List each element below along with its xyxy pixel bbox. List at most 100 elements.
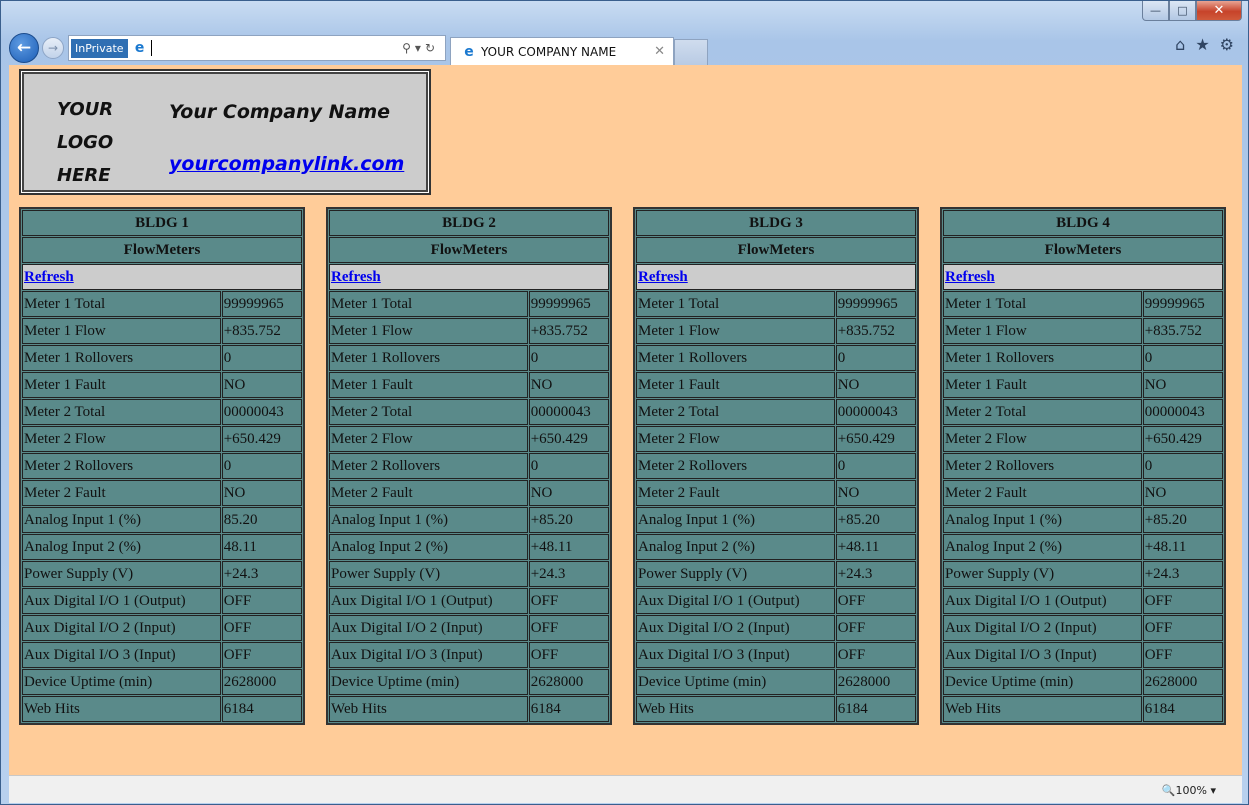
row-value: 00000043 (528, 399, 609, 425)
row-value: 0 (528, 453, 609, 479)
search-refresh-icons[interactable]: ⚲▾↻ (402, 41, 439, 55)
row-label: Meter 2 Rollovers (636, 453, 835, 479)
row-label: Meter 1 Fault (943, 372, 1142, 398)
row-label: Aux Digital I/O 3 (Input) (22, 642, 221, 668)
building-subtitle: FlowMeters (329, 237, 609, 263)
table-row: Meter 2 Flow +650.429 (329, 426, 609, 452)
row-value: +24.3 (221, 561, 302, 587)
row-label: Web Hits (943, 696, 1142, 722)
window-caption-buttons: — □ ✕ (1142, 1, 1242, 21)
row-label: Analog Input 1 (%) (943, 507, 1142, 533)
settings-gear-icon[interactable]: ⚙ (1220, 35, 1234, 54)
maximize-button[interactable]: □ (1169, 1, 1196, 21)
row-label: Aux Digital I/O 1 (Output) (22, 588, 221, 614)
tab-active[interactable]: e YOUR COMPANY NAME ✕ (450, 37, 674, 65)
row-label: Aux Digital I/O 3 (Input) (943, 642, 1142, 668)
table-row: Meter 2 Total 00000043 (329, 399, 609, 425)
refresh-cell: Refresh (329, 264, 609, 290)
row-value: +85.20 (835, 507, 916, 533)
company-link[interactable]: yourcompanylink.com (169, 153, 404, 175)
row-value: 0 (528, 345, 609, 371)
refresh-link[interactable]: Refresh (945, 269, 995, 285)
table-row: Analog Input 2 (%) +48.11 (329, 534, 609, 560)
table-row: Meter 2 Rollovers 0 (943, 453, 1223, 479)
table-row: Meter 2 Total 00000043 (943, 399, 1223, 425)
row-value: +650.429 (1142, 426, 1223, 452)
table-row: Aux Digital I/O 1 (Output) OFF (329, 588, 609, 614)
forward-arrow-icon[interactable]: → (42, 37, 64, 59)
row-label: Aux Digital I/O 3 (Input) (636, 642, 835, 668)
row-value: OFF (1142, 642, 1223, 668)
table-row: Power Supply (V) +24.3 (636, 561, 916, 587)
table-row: Aux Digital I/O 3 (Input) OFF (943, 642, 1223, 668)
row-value: OFF (835, 642, 916, 668)
row-label: Device Uptime (min) (329, 669, 528, 695)
row-value: NO (528, 372, 609, 398)
back-arrow-icon[interactable]: ← (9, 33, 39, 63)
row-label: Meter 1 Fault (329, 372, 528, 398)
address-bar[interactable]: InPrivate e ⚲▾↻ (68, 35, 446, 61)
new-tab-button[interactable] (674, 39, 708, 65)
row-label: Meter 1 Flow (636, 318, 835, 344)
refresh-link[interactable]: Refresh (24, 269, 74, 285)
row-label: Meter 2 Flow (943, 426, 1142, 452)
home-icon[interactable]: ⌂ (1175, 35, 1185, 54)
table-row: Device Uptime (min) 2628000 (943, 669, 1223, 695)
row-value: 6184 (1142, 696, 1223, 722)
refresh-cell: Refresh (636, 264, 916, 290)
table-row: Analog Input 1 (%) +85.20 (943, 507, 1223, 533)
row-label: Meter 2 Fault (636, 480, 835, 506)
table-row: Analog Input 1 (%) +85.20 (636, 507, 916, 533)
row-label: Meter 1 Total (943, 291, 1142, 317)
logo-line-1: YOUR (57, 99, 114, 120)
row-value: +85.20 (528, 507, 609, 533)
row-value: NO (221, 480, 302, 506)
close-window-button[interactable]: ✕ (1196, 1, 1242, 21)
row-value: 6184 (835, 696, 916, 722)
table-row: Aux Digital I/O 2 (Input) OFF (943, 615, 1223, 641)
table-row: Aux Digital I/O 2 (Input) OFF (22, 615, 302, 641)
logo-line-3: HERE (57, 165, 111, 186)
refresh-link[interactable]: Refresh (638, 269, 688, 285)
row-label: Meter 2 Rollovers (329, 453, 528, 479)
row-value: OFF (221, 642, 302, 668)
browser-window: — □ ✕ ← → InPrivate e ⚲▾↻ e YOUR COMPANY… (0, 0, 1249, 805)
table-row: Meter 1 Rollovers 0 (636, 345, 916, 371)
close-tab-icon[interactable]: ✕ (654, 44, 665, 59)
page-icon: e (134, 40, 145, 56)
table-row: Meter 2 Total 00000043 (22, 399, 302, 425)
building-panel-3: BLDG 3 FlowMeters Refresh Meter 1 Total 9999… (633, 207, 919, 725)
row-label: Meter 1 Fault (636, 372, 835, 398)
row-label: Analog Input 2 (%) (22, 534, 221, 560)
table-row: Meter 2 Rollovers 0 (636, 453, 916, 479)
row-label: Aux Digital I/O 2 (Input) (943, 615, 1142, 641)
row-label: Analog Input 2 (%) (943, 534, 1142, 560)
row-value: +24.3 (835, 561, 916, 587)
table-row: Device Uptime (min) 2628000 (329, 669, 609, 695)
row-label: Meter 1 Flow (22, 318, 221, 344)
row-value: 0 (221, 345, 302, 371)
table-row: Meter 1 Flow +835.752 (22, 318, 302, 344)
page-viewport: YOUR LOGO HERE Your Company Name yourcom… (9, 65, 1242, 775)
row-label: Power Supply (V) (329, 561, 528, 587)
minimize-button[interactable]: — (1142, 1, 1169, 21)
row-label: Meter 2 Rollovers (22, 453, 221, 479)
table-row: Meter 2 Flow +650.429 (943, 426, 1223, 452)
row-value: 00000043 (221, 399, 302, 425)
row-value: +24.3 (528, 561, 609, 587)
row-value: NO (1142, 480, 1223, 506)
row-label: Meter 1 Flow (329, 318, 528, 344)
row-label: Aux Digital I/O 1 (Output) (329, 588, 528, 614)
row-value: 48.11 (221, 534, 302, 560)
table-row: Meter 2 Fault NO (636, 480, 916, 506)
table-row: Web Hits 6184 (636, 696, 916, 722)
zoom-control[interactable]: 🔍100% ▾ (1162, 784, 1216, 797)
refresh-link[interactable]: Refresh (331, 269, 381, 285)
row-value: 0 (1142, 453, 1223, 479)
row-value: 0 (1142, 345, 1223, 371)
row-value: 2628000 (835, 669, 916, 695)
favorites-star-icon[interactable]: ★ (1195, 35, 1209, 54)
building-subtitle: FlowMeters (22, 237, 302, 263)
row-value: OFF (835, 588, 916, 614)
row-value: +835.752 (835, 318, 916, 344)
